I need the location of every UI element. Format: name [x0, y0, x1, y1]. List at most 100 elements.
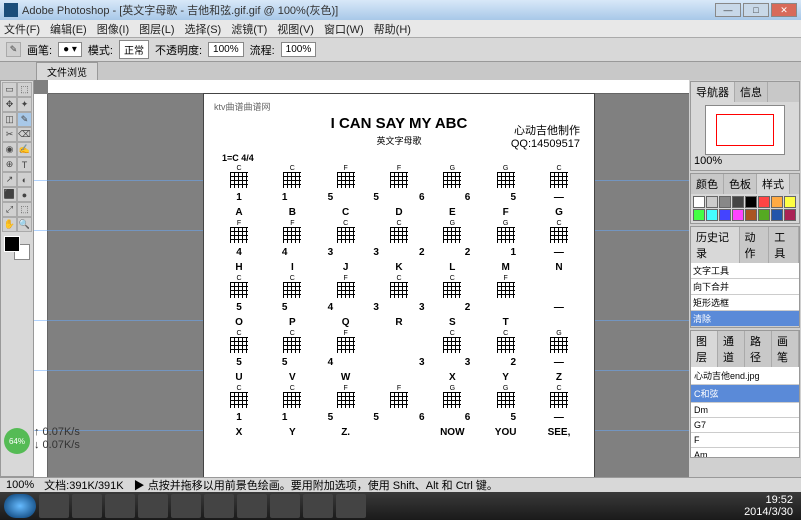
menu-item[interactable]: 窗口(W) [324, 21, 364, 37]
panel-tab[interactable]: 工具 [769, 227, 799, 263]
history-item[interactable]: 清除 [691, 311, 799, 327]
swatch[interactable] [771, 196, 783, 208]
tool-button[interactable]: ⊕ [2, 157, 17, 172]
swatch[interactable] [732, 196, 744, 208]
taskbar-app-icon[interactable] [138, 494, 168, 518]
swatch[interactable] [771, 209, 783, 221]
swatch[interactable] [719, 196, 731, 208]
tool-button[interactable]: ▭ [2, 82, 17, 97]
tool-button[interactable]: ✋ [2, 217, 17, 232]
close-button[interactable]: ✕ [771, 3, 797, 17]
taskbar-app-icon[interactable] [336, 494, 366, 518]
panel-tab[interactable]: 信息 [735, 82, 768, 102]
fg-color[interactable] [4, 236, 20, 252]
layer-item[interactable]: Am [691, 448, 799, 457]
maximize-button[interactable]: □ [743, 3, 769, 17]
taskbar-app-icon[interactable] [39, 494, 69, 518]
menu-item[interactable]: 编辑(E) [50, 21, 87, 37]
swatch[interactable] [758, 209, 770, 221]
tool-button[interactable]: ⤢ [2, 202, 17, 217]
taskbar-app-icon[interactable] [105, 494, 135, 518]
swatch[interactable] [706, 196, 718, 208]
panel-tab[interactable]: 通道 [718, 331, 745, 367]
taskbar-app-icon[interactable] [270, 494, 300, 518]
menu-item[interactable]: 选择(S) [185, 21, 222, 37]
panel-tab[interactable]: 历史记录 [691, 227, 740, 263]
chord-cell: F [325, 165, 367, 188]
navigator-thumb[interactable] [705, 105, 785, 155]
taskbar-app-icon[interactable] [171, 494, 201, 518]
tool-button[interactable]: 🔍 [17, 217, 32, 232]
canvas-area[interactable]: C ktv曲谱曲谱网 I CAN SAY MY ABC 英文字母歌 心动吉他制作… [34, 80, 689, 477]
history-item[interactable]: 矩形选框 [691, 295, 799, 311]
num-cell: 5 [218, 302, 260, 313]
history-item[interactable]: 向下合并 [691, 279, 799, 295]
color-swatch[interactable] [2, 236, 32, 260]
brush-icon[interactable]: ✎ [6, 42, 21, 57]
tool-button[interactable]: ⌫ [17, 127, 32, 142]
history-item[interactable]: 文字工具 [691, 263, 799, 279]
system-clock[interactable]: 19:52 2014/3/30 [744, 494, 797, 518]
tool-button[interactable]: T [17, 157, 32, 172]
panel-tab[interactable]: 样式 [757, 174, 790, 194]
minimize-button[interactable]: — [715, 3, 741, 17]
flow-value[interactable]: 100% [281, 42, 317, 57]
tool-button[interactable]: ⬚ [17, 202, 32, 217]
menu-item[interactable]: 文件(F) [4, 21, 40, 37]
tool-button[interactable]: ◉ [2, 142, 17, 157]
swatch[interactable] [784, 209, 796, 221]
tool-button[interactable]: ⬛ [2, 187, 17, 202]
file-browser-tab[interactable]: 文件浏览 [36, 62, 98, 80]
menu-item[interactable]: 滤镜(T) [231, 21, 267, 37]
ruler-horizontal[interactable] [48, 80, 689, 94]
document-canvas[interactable]: ktv曲谱曲谱网 I CAN SAY MY ABC 英文字母歌 心动吉他制作 Q… [204, 94, 594, 477]
panel-tab[interactable]: 色板 [724, 174, 757, 194]
num-cell: 5 [355, 192, 397, 203]
layer-file[interactable]: 心动吉他end.jpg [691, 367, 799, 385]
swatch[interactable] [758, 196, 770, 208]
taskbar-app-icon[interactable] [204, 494, 234, 518]
panel-tab[interactable]: 导航器 [691, 82, 735, 102]
tool-button[interactable]: ◐ [17, 172, 32, 187]
taskbar-app-icon[interactable] [237, 494, 267, 518]
layer-item[interactable]: C和弦 [691, 385, 799, 403]
start-button[interactable] [4, 494, 36, 518]
swatch[interactable] [784, 196, 796, 208]
tool-button[interactable]: ✦ [17, 97, 32, 112]
status-zoom[interactable]: 100% [6, 479, 34, 491]
menu-item[interactable]: 视图(V) [277, 21, 314, 37]
panel-tab[interactable]: 画笔 [772, 331, 799, 367]
tool-button[interactable]: ⬚ [17, 82, 32, 97]
panel-tab[interactable]: 动作 [740, 227, 770, 263]
progress-badge[interactable]: 64% [4, 428, 30, 454]
swatch[interactable] [706, 209, 718, 221]
tool-button[interactable]: ◫ [2, 112, 17, 127]
tool-button[interactable]: ↗ [2, 172, 17, 187]
menu-item[interactable]: 图层(L) [139, 21, 174, 37]
layer-item[interactable]: G7 [691, 418, 799, 433]
panel-tab[interactable]: 颜色 [691, 174, 724, 194]
ruler-vertical[interactable] [34, 94, 48, 477]
tool-button[interactable]: ✥ [2, 97, 17, 112]
tool-button[interactable]: ● [17, 187, 32, 202]
swatch[interactable] [732, 209, 744, 221]
tool-button[interactable]: ✍ [17, 142, 32, 157]
menu-item[interactable]: 帮助(H) [374, 21, 411, 37]
layer-item[interactable]: Dm [691, 403, 799, 418]
swatch[interactable] [719, 209, 731, 221]
swatch[interactable] [693, 196, 705, 208]
panel-tab[interactable]: 图层 [691, 331, 718, 367]
swatch[interactable] [745, 209, 757, 221]
menu-item[interactable]: 图像(I) [97, 21, 129, 37]
layer-item[interactable]: F [691, 433, 799, 448]
opacity-value[interactable]: 100% [208, 42, 244, 57]
tool-button[interactable]: ✂ [2, 127, 17, 142]
taskbar-app-icon[interactable] [303, 494, 333, 518]
mode-select[interactable]: 正常 [119, 40, 149, 59]
swatch[interactable] [745, 196, 757, 208]
tool-button[interactable]: ✎ [17, 112, 32, 127]
panel-tab[interactable]: 路径 [745, 331, 772, 367]
swatch[interactable] [693, 209, 705, 221]
taskbar-app-icon[interactable] [72, 494, 102, 518]
brush-picker[interactable]: ● ▾ [58, 42, 82, 57]
